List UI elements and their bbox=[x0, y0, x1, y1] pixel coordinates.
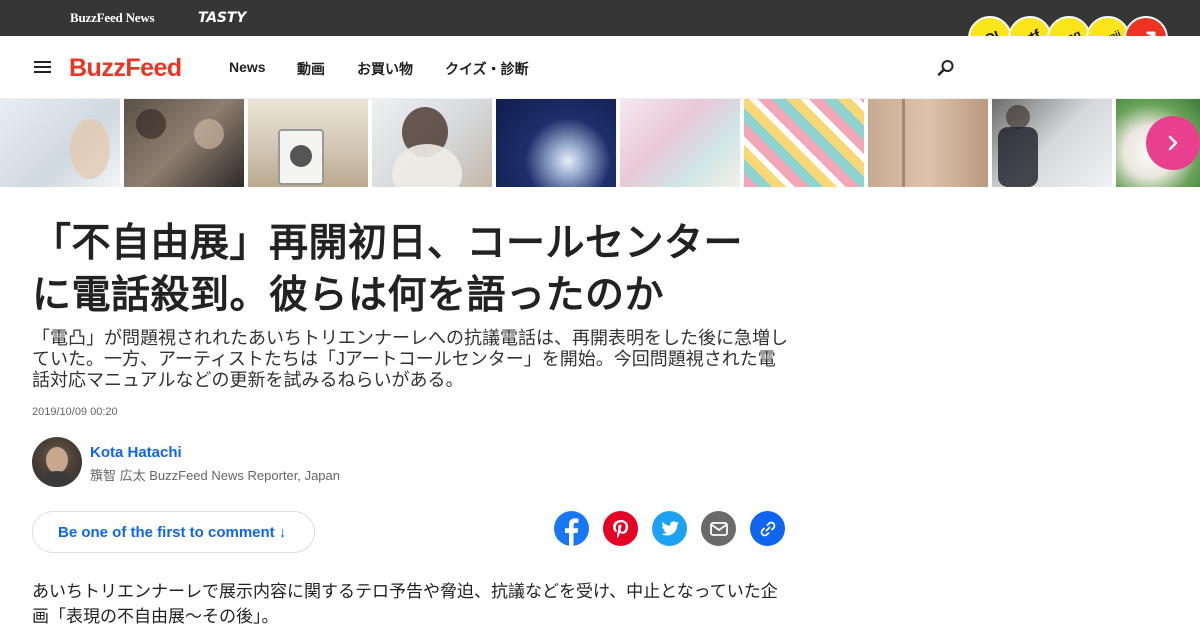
share-facebook-button[interactable] bbox=[554, 511, 589, 546]
thumbnail-image[interactable] bbox=[372, 99, 492, 187]
nav-link-news[interactable]: News bbox=[229, 59, 266, 75]
author-name-link[interactable]: Kota Hatachi bbox=[90, 444, 182, 461]
nav-link-video[interactable]: 動画 bbox=[297, 59, 325, 79]
tasty-link[interactable]: TASTY bbox=[198, 10, 246, 26]
main-navigation: BuzzFeed News 動画 お買い物 クイズ・診断 bbox=[0, 36, 1200, 99]
share-twitter-button[interactable] bbox=[652, 511, 687, 546]
publish-date: 2019/10/09 00:20 bbox=[32, 406, 118, 418]
author-byline: 籏智 広太 BuzzFeed News Reporter, Japan bbox=[90, 468, 340, 483]
thumbnail-image[interactable] bbox=[0, 99, 120, 187]
nav-link-quiz[interactable]: クイズ・診断 bbox=[445, 59, 529, 79]
thumbnail-image[interactable] bbox=[620, 99, 740, 187]
pinterest-icon bbox=[612, 519, 628, 538]
article-dek: 「電凸」が問題視されれたあいちトリエンナーレへの抗議電話は、再開表明をした後に急… bbox=[32, 328, 788, 390]
twitter-icon bbox=[660, 520, 679, 535]
chevron-right-icon bbox=[1168, 135, 1178, 151]
search-icon[interactable] bbox=[936, 58, 956, 78]
share-pinterest-button[interactable] bbox=[603, 511, 638, 546]
thumbnail-image[interactable] bbox=[496, 99, 616, 187]
nav-link-shopping[interactable]: お買い物 bbox=[357, 59, 413, 79]
facebook-icon bbox=[565, 518, 579, 546]
thumbnail-image[interactable] bbox=[248, 99, 368, 187]
comment-button[interactable]: Be one of the first to comment ↓ bbox=[32, 511, 315, 553]
thumbnail-image[interactable] bbox=[868, 99, 988, 187]
thumbnail-image[interactable] bbox=[124, 99, 244, 187]
carousel-next-button[interactable] bbox=[1146, 116, 1200, 170]
thumbnail-image[interactable] bbox=[992, 99, 1112, 187]
share-link-button[interactable] bbox=[750, 511, 785, 546]
article-body-paragraph: あいちトリエンナーレで展示内容に関するテロ予告や脅迫、抗議などを受け、中止となっ… bbox=[32, 582, 778, 626]
hamburger-menu-icon[interactable] bbox=[34, 61, 51, 74]
buzzfeed-logo[interactable]: BuzzFeed bbox=[69, 54, 182, 83]
buzzfeed-news-link[interactable]: BuzzFeed News bbox=[70, 10, 155, 26]
share-email-button[interactable] bbox=[701, 511, 736, 546]
author-avatar[interactable] bbox=[32, 437, 82, 487]
thumbnail-image[interactable] bbox=[744, 99, 864, 187]
trending-image-strip bbox=[0, 99, 1200, 187]
link-icon bbox=[760, 521, 775, 536]
article-headline: 「不自由展」再開初日、コールセンターに電話殺到。彼らは何を語ったのか bbox=[32, 222, 744, 317]
email-icon bbox=[709, 521, 728, 536]
